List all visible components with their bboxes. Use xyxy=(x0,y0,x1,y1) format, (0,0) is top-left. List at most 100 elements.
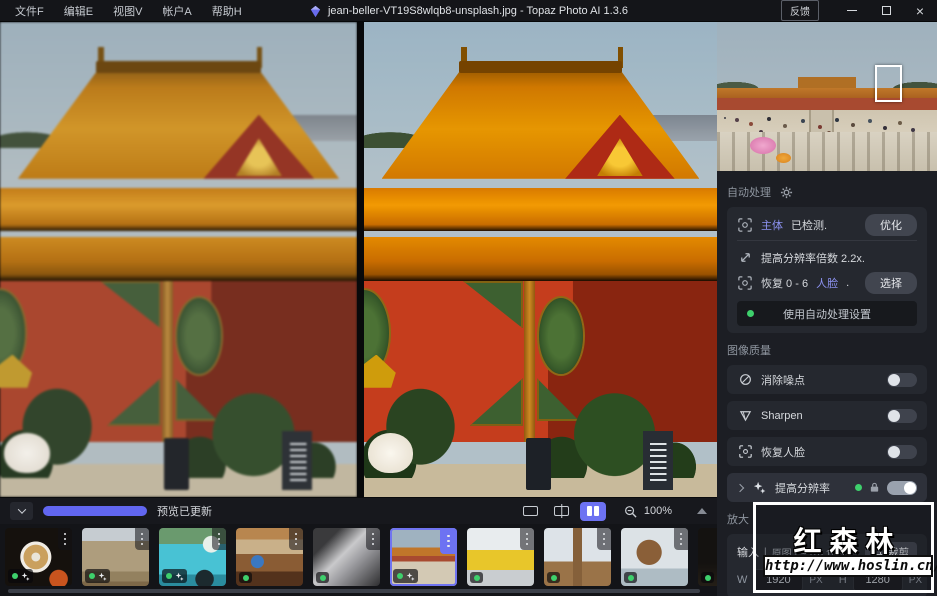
input-file-info: 原图 - ~518.1KB xyxy=(771,548,845,560)
filmstrip-thumbnail-market[interactable] xyxy=(236,528,303,586)
split-view-button[interactable] xyxy=(549,502,575,521)
zoom-level-value[interactable]: 100% xyxy=(644,505,672,517)
photo-roof-band xyxy=(0,188,357,231)
thumbnail-menu-icon[interactable] xyxy=(289,528,303,550)
enlarge-input-row: 输入 | 原图 - ~518.1KB 裁剪 xyxy=(737,539,917,565)
sharpen-row[interactable]: Sharpen xyxy=(727,401,927,430)
topaz-logo-icon xyxy=(310,5,321,17)
window-title: jean-beller-VT19S8wlqb8-unsplash.jpg - T… xyxy=(327,5,629,17)
lock-icon[interactable] xyxy=(869,482,880,493)
filmstrip xyxy=(0,524,717,596)
autopilot-card: 主体 已检测. 优化 提高分辨率倍数 2.2x. 恢复 0 - 6 人脸 . 选… xyxy=(727,207,927,333)
height-unit: PX xyxy=(908,574,923,586)
preview-status-text: 预览已更新 xyxy=(157,506,212,518)
processed-dot-icon xyxy=(550,574,557,581)
thumbnail-menu-icon[interactable] xyxy=(135,528,149,550)
collapse-filmstrip-button[interactable] xyxy=(10,502,33,520)
remove-noise-row[interactable]: 消除噪点 xyxy=(727,365,927,394)
autopilot-sparkle-icon xyxy=(175,572,184,581)
view-mode-group xyxy=(518,501,606,521)
width-input[interactable] xyxy=(753,569,804,591)
upscale-row[interactable]: 提高分辨率 xyxy=(727,473,927,502)
thumbnail-menu-icon[interactable] xyxy=(58,528,72,550)
filmstrip-thumbnail-palace-selected[interactable] xyxy=(390,528,457,586)
filmstrip-thumbnail-yellow-building[interactable] xyxy=(467,528,534,586)
upscale-summary-text: 提高分辨率倍数 2.2x. xyxy=(761,252,865,265)
settings-panel: 自动处理 主体 已检测. 优化 提高分辨率倍数 2.2x. 恢复 0 - 6 人… xyxy=(717,171,937,596)
faces-suffix: . xyxy=(846,276,850,289)
filmstrip-thumbnail-partial[interactable] xyxy=(698,528,717,586)
face-recovery-icon xyxy=(737,275,753,290)
menu-help[interactable]: 帮助H xyxy=(203,0,251,22)
recover-faces-toggle[interactable] xyxy=(887,444,917,459)
feedback-button[interactable]: 反馈 xyxy=(781,0,819,21)
recover-faces-label: 恢复人脸 xyxy=(761,446,805,459)
processed-dot-icon xyxy=(627,574,634,581)
filmstrip-thumbnail-food[interactable] xyxy=(5,528,72,586)
processed-dot-icon xyxy=(165,573,172,579)
menu-account[interactable]: 帐户A xyxy=(153,0,200,22)
processed-dot-icon xyxy=(88,573,95,579)
photo-medallion xyxy=(176,297,222,374)
minimize-button[interactable] xyxy=(835,0,869,22)
menu-edit[interactable]: 编辑E xyxy=(55,0,102,22)
autopilot-header-label: 自动处理 xyxy=(727,187,771,199)
navigation-thumbnail[interactable] xyxy=(717,22,937,171)
thumbnail-list xyxy=(5,528,717,586)
autopilot-sparkle-icon xyxy=(98,572,107,581)
maximize-button[interactable] xyxy=(869,0,903,22)
faces-text: 恢复 0 - 6 xyxy=(761,277,809,290)
enlarge-header-label: 放大 xyxy=(727,514,749,526)
close-button[interactable]: × xyxy=(903,0,937,22)
thumbnail-status-badge xyxy=(470,572,483,583)
autopilot-header: 自动处理 xyxy=(727,184,927,200)
gear-icon[interactable] xyxy=(780,186,793,199)
sharpen-toggle[interactable] xyxy=(887,408,917,423)
thumbnail-menu-icon[interactable] xyxy=(597,528,611,550)
navigator-viewport-rect[interactable] xyxy=(875,65,902,102)
zoom-dropdown-caret-icon[interactable] xyxy=(697,508,707,514)
sharpen-icon xyxy=(737,409,753,422)
use-autopilot-settings-button[interactable]: 使用自动处理设置 xyxy=(737,301,917,326)
filmstrip-thumbnail-church[interactable] xyxy=(544,528,611,586)
photo-roof-ridge xyxy=(459,60,622,74)
crop-button[interactable]: 裁剪 xyxy=(865,541,917,563)
upscale-active-dot-icon xyxy=(855,484,862,491)
compare-divider xyxy=(357,22,364,497)
subject-status: 已检测. xyxy=(791,219,828,232)
before-preview[interactable] xyxy=(0,22,357,497)
remove-noise-toggle[interactable] xyxy=(887,372,917,387)
photo-white-umbrella xyxy=(3,432,50,474)
single-view-button[interactable] xyxy=(518,502,544,521)
filmstrip-thumbnail-statue[interactable] xyxy=(313,528,380,586)
photo-trash-bin xyxy=(164,437,190,490)
thumbnail-menu-icon[interactable] xyxy=(366,528,380,550)
thumbnail-status-badge xyxy=(624,572,637,583)
card-divider xyxy=(737,240,917,241)
menu-file[interactable]: 文件F xyxy=(6,0,53,22)
after-preview[interactable] xyxy=(364,22,717,497)
select-faces-button[interactable]: 选择 xyxy=(865,271,917,294)
filmstrip-thumbnail-deer[interactable] xyxy=(621,528,688,586)
upscale-toggle[interactable] xyxy=(887,480,917,495)
filmstrip-thumbnail-building[interactable] xyxy=(82,528,149,586)
thumbnail-status-badge xyxy=(8,569,33,583)
thumbnail-menu-icon[interactable] xyxy=(520,528,534,550)
menu-view[interactable]: 视图V xyxy=(104,0,151,22)
filmstrip-thumbnail-car[interactable] xyxy=(159,528,226,586)
photo-white-umbrella xyxy=(367,432,414,474)
thumbnail-menu-icon[interactable] xyxy=(212,528,226,550)
processed-dot-icon xyxy=(242,574,249,581)
filmstrip-scrollbar[interactable] xyxy=(8,589,700,593)
side-by-side-view-button[interactable] xyxy=(579,501,606,521)
titlebar: jean-beller-VT19S8wlqb8-unsplash.jpg - T… xyxy=(0,0,937,22)
refine-button[interactable]: 优化 xyxy=(865,213,917,236)
expand-chevron-icon[interactable] xyxy=(735,483,745,492)
thumbnail-menu-icon[interactable] xyxy=(674,528,688,550)
recover-faces-row[interactable]: 恢复人脸 xyxy=(727,437,927,466)
thumbnail-status-badge xyxy=(547,572,560,583)
thumbnail-menu-icon[interactable] xyxy=(440,528,457,554)
autopilot-sparkle-icon xyxy=(21,572,30,581)
height-input[interactable] xyxy=(852,569,903,591)
before-photo-art xyxy=(0,22,357,497)
